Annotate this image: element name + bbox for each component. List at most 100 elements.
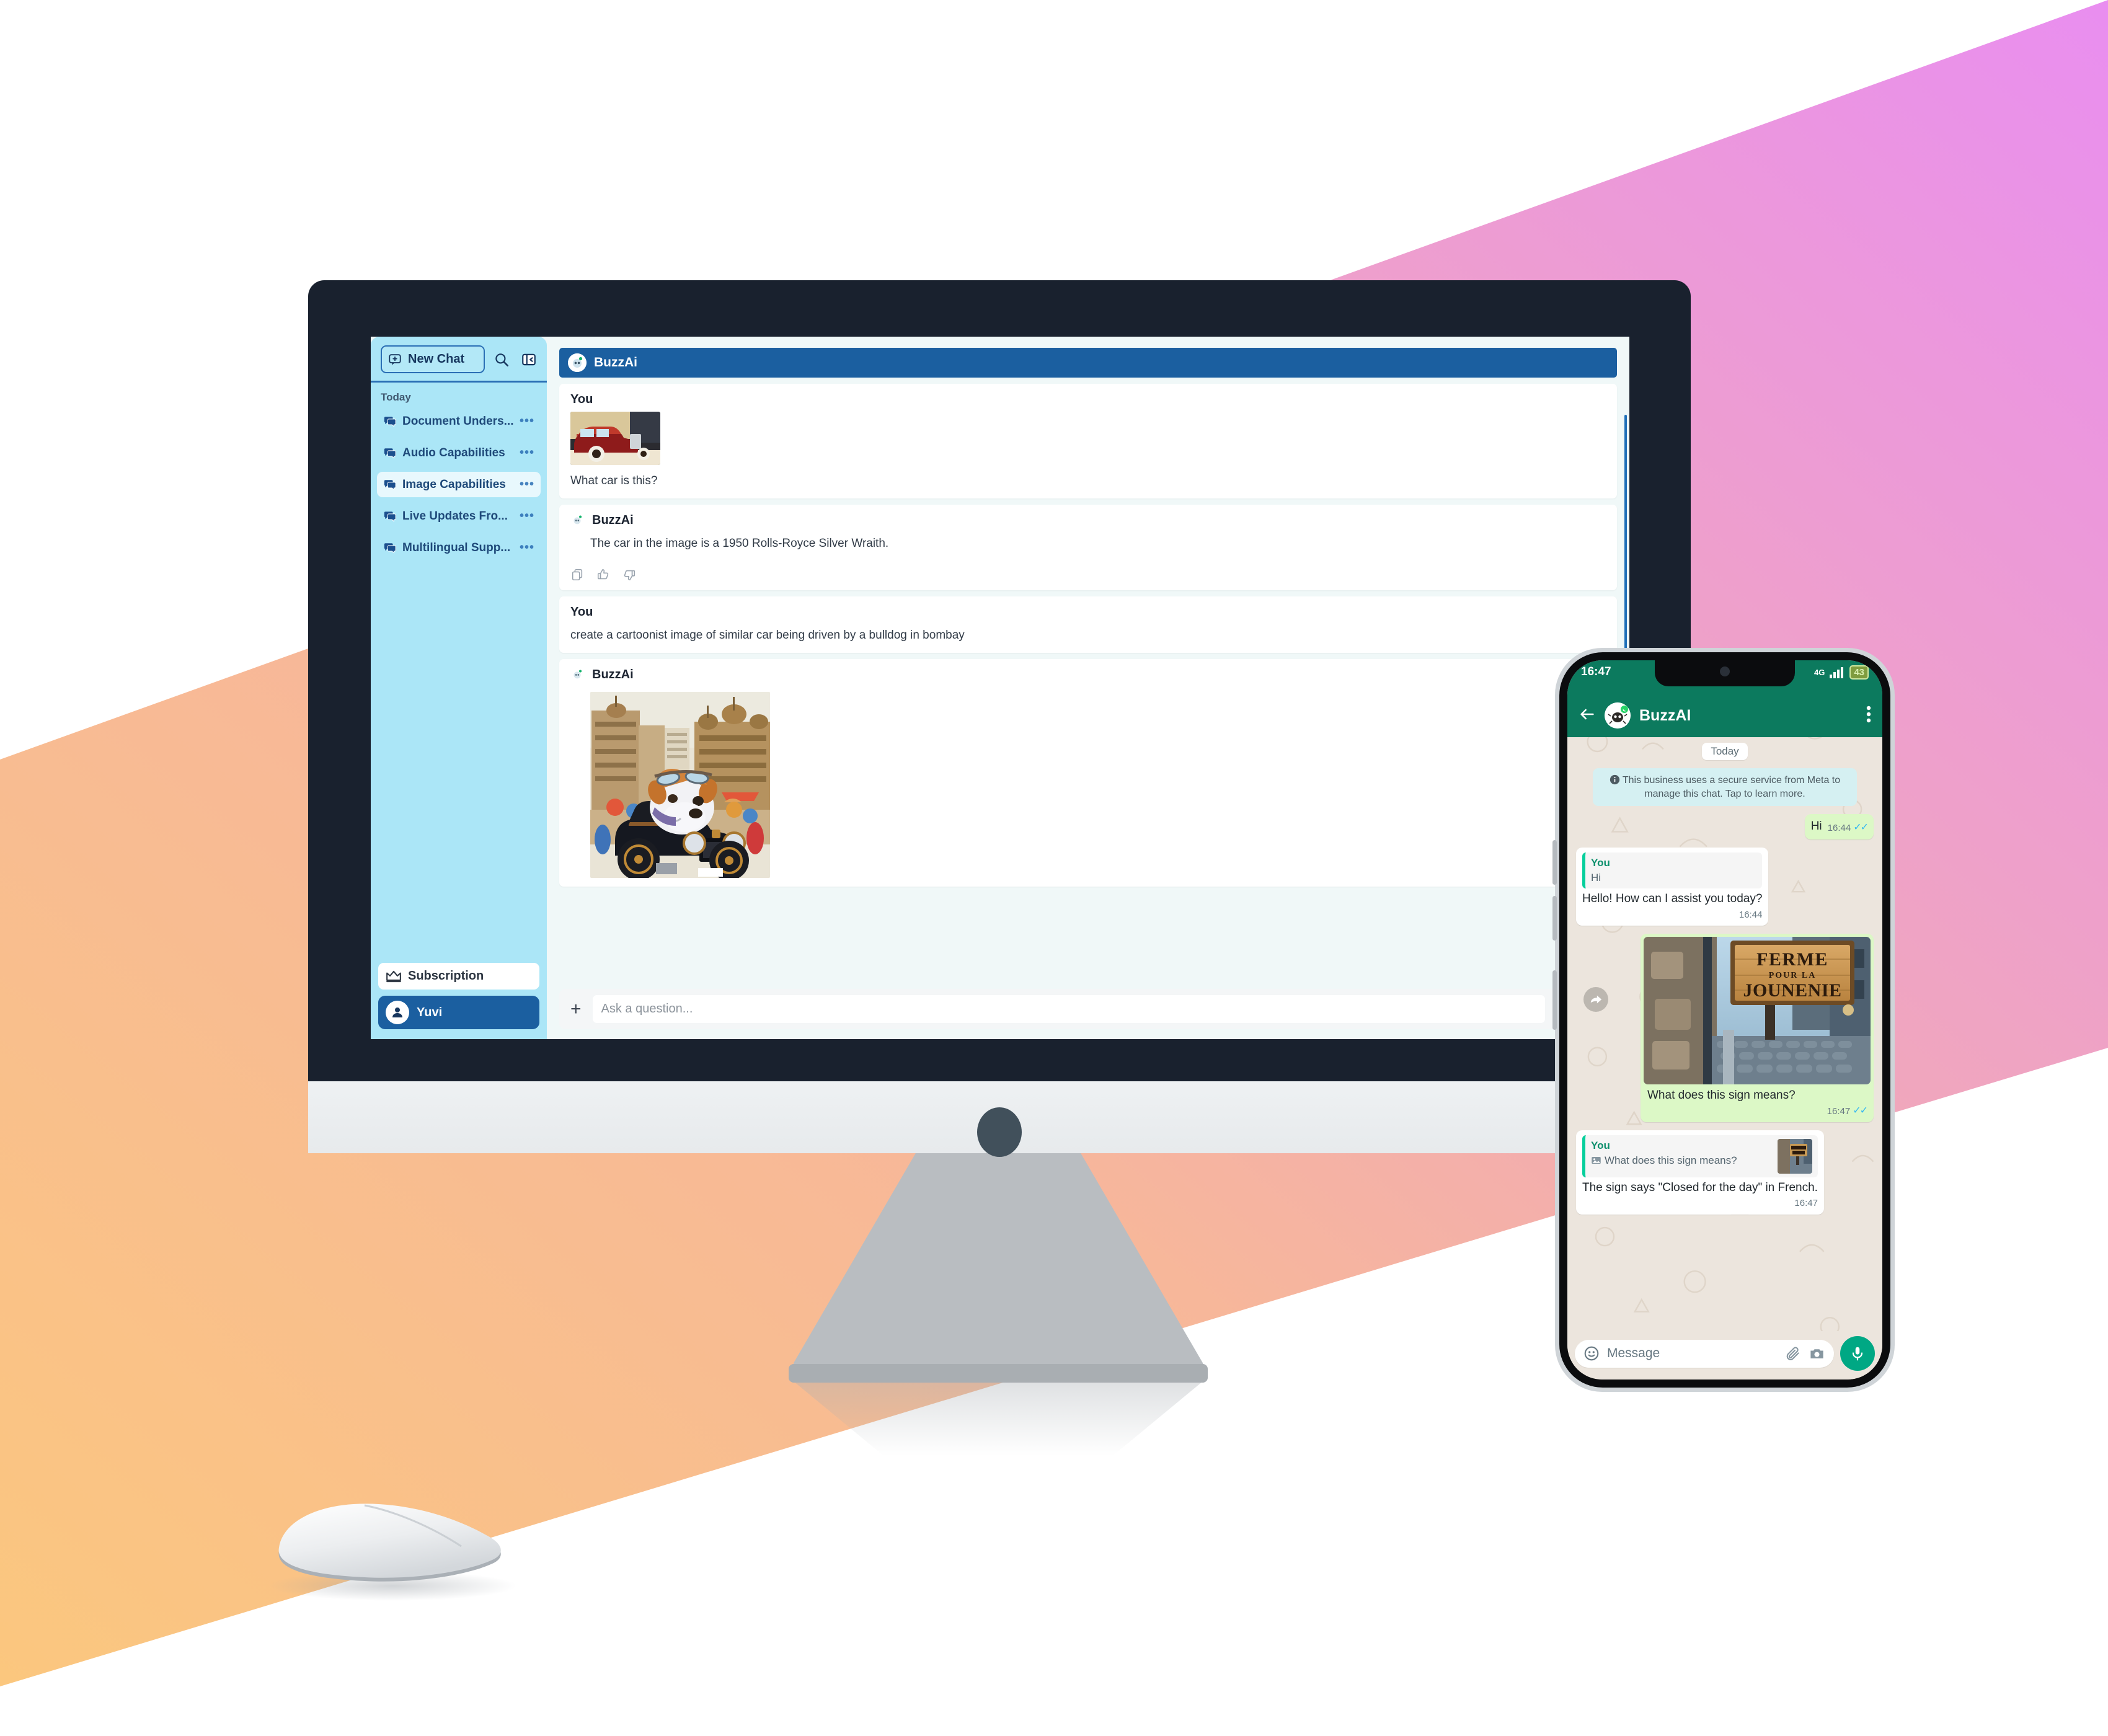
chat-bubbles-icon [384, 479, 396, 490]
new-chat-label: New Chat [408, 352, 465, 366]
attached-car-photo[interactable] [570, 412, 660, 465]
thumbs-up-icon[interactable] [596, 568, 610, 582]
new-chat-button[interactable]: New Chat [381, 345, 485, 373]
new-chat-icon [389, 353, 401, 365]
read-receipt-icon: ✓✓ [1853, 1105, 1868, 1116]
question-input[interactable]: Ask a question... [592, 995, 1545, 1023]
phone-screen: 16:47 4G 43 BuzzAI Today This business u… [1567, 660, 1882, 1380]
message-meta: 16:47 ✓✓ [1644, 1104, 1871, 1118]
message-author: BuzzAi [592, 513, 634, 527]
subscription-button[interactable]: Subscription [378, 963, 539, 990]
microphone-icon [1852, 1347, 1863, 1361]
chat-bubbles-icon [384, 416, 396, 427]
chat-item-menu-icon[interactable]: ••• [520, 446, 534, 460]
chat-bubbles-icon [384, 542, 396, 554]
forward-arrow-icon[interactable] [1583, 987, 1608, 1012]
quoted-text-row: What does this sign means? [1591, 1154, 1773, 1167]
whatsapp-chat-header: BuzzAI [1567, 694, 1882, 737]
message-time: 16:44 [1827, 822, 1851, 833]
chat-item-menu-icon[interactable]: ••• [520, 414, 534, 428]
chat-bubbles-icon [384, 448, 396, 459]
chat-item-menu-icon[interactable]: ••• [520, 477, 534, 492]
status-time: 16:47 [1581, 665, 1611, 678]
message-bubble-incoming: You What does this sign means? The sign … [1576, 1130, 1824, 1215]
message-bubble-outgoing: Hi 16:44 ✓✓ [1804, 814, 1874, 839]
phone-message-input[interactable]: Message [1607, 1346, 1778, 1361]
buzzai-avatar-icon[interactable] [1605, 702, 1631, 728]
info-icon [1610, 774, 1620, 785]
buzzai-small-icon [574, 515, 582, 525]
message-time: 16:47 [1827, 1105, 1851, 1117]
sidebar-chat-item[interactable]: Audio Capabilities ••• [377, 440, 541, 466]
back-arrow-icon[interactable] [1579, 706, 1596, 726]
message-assistant-image: BuzzAi [559, 658, 1617, 887]
read-receipt-icon: ✓✓ [1853, 822, 1869, 833]
network-type-label: 4G [1814, 668, 1825, 677]
chat-header-title: BuzzAi [594, 355, 637, 370]
street-sign-image[interactable]: FERME POUR LA JOUNENIE [1644, 937, 1871, 1085]
chat-bubbles-icon [384, 511, 396, 522]
chat-history-list: Document Unders... ••• Audio Capabilitie… [371, 409, 547, 560]
user-avatar-icon [386, 1001, 409, 1024]
message-author: You [570, 605, 593, 619]
emoji-smiley-icon[interactable] [1583, 1345, 1600, 1362]
message-bubble-outgoing-image: FERME POUR LA JOUNENIE What does this si… [1641, 934, 1874, 1122]
message-list: You What car is this? BuzzAi The car in … [547, 378, 1629, 983]
sidebar: New Chat Today Document Unders... ••• Au… [371, 337, 547, 1039]
phone-volume-down-button[interactable] [1552, 896, 1557, 941]
monitor-logo-dot [977, 1107, 1022, 1157]
sidebar-chat-item-active[interactable]: Image Capabilities ••• [377, 472, 541, 497]
composer: + Ask a question... [547, 983, 1629, 1039]
sidebar-chat-label: Multilingual Supp... [402, 541, 511, 554]
message-assistant-text: BuzzAi The car in the image is a 1950 Ro… [559, 504, 1617, 591]
camera-icon[interactable] [1809, 1345, 1825, 1362]
phone-message-input-container[interactable]: Message [1575, 1339, 1834, 1368]
sidebar-chat-item[interactable]: Document Unders... ••• [377, 409, 541, 434]
sidebar-chat-item[interactable]: Multilingual Supp... ••• [377, 535, 541, 560]
user-profile-button[interactable]: Yuvi [378, 996, 539, 1029]
search-icon[interactable] [491, 349, 512, 370]
buzzai-small-icon [574, 670, 582, 679]
panel-collapse-icon[interactable] [518, 349, 539, 370]
sidebar-footer: Subscription Yuvi [371, 955, 547, 1039]
computer-mouse [259, 1498, 520, 1603]
smartphone: 16:47 4G 43 BuzzAI Today This business u… [1552, 648, 1895, 1392]
sign-line-1: FERME [1756, 949, 1828, 970]
overflow-menu-icon[interactable] [1866, 705, 1871, 727]
buzzai-desktop-app: New Chat Today Document Unders... ••• Au… [371, 337, 1629, 1039]
system-notice-text: This business uses a secure service from… [1622, 775, 1841, 799]
message-meta: 16:44 ✓✓ [1827, 822, 1869, 835]
message-author-row: BuzzAi [570, 513, 1606, 528]
user-name-label: Yuvi [417, 1005, 443, 1019]
buzzai-avatar-icon [568, 353, 587, 372]
sidebar-chat-label: Audio Capabilities [402, 446, 505, 459]
phone-volume-up-button[interactable] [1552, 840, 1557, 885]
sidebar-group-label: Today [381, 391, 411, 403]
generated-bulldog-car-image[interactable] [590, 691, 770, 878]
message-user-image: You What car is this? [559, 384, 1617, 498]
quoted-message[interactable]: You What does this sign means? [1582, 1135, 1818, 1177]
photo-icon [1592, 1157, 1601, 1164]
message-actions [570, 568, 1606, 582]
plus-icon[interactable]: + [568, 999, 584, 1019]
phone-power-button[interactable] [1552, 970, 1557, 1030]
sidebar-toolbar: New Chat [371, 337, 547, 381]
chat-item-menu-icon[interactable]: ••• [520, 509, 534, 523]
message-time: 16:47 [1794, 1198, 1818, 1209]
thumbs-down-icon[interactable] [622, 568, 636, 582]
chat-item-menu-icon[interactable]: ••• [520, 541, 534, 555]
quoted-author: You [1591, 856, 1610, 869]
image-caption: What does this sign means? [1647, 1089, 1796, 1102]
message-text: create a cartoonist image of similar car… [570, 629, 965, 642]
paperclip-icon[interactable] [1785, 1345, 1801, 1362]
composer-bar: + Ask a question... [559, 989, 1617, 1029]
system-notice[interactable]: This business uses a secure service from… [1593, 768, 1857, 807]
phone-composer: Message [1567, 1331, 1882, 1380]
voice-record-button[interactable] [1840, 1336, 1875, 1371]
quoted-message[interactable]: You Hi [1582, 852, 1763, 889]
sidebar-chat-item[interactable]: Live Updates Fro... ••• [377, 503, 541, 529]
phone-chat-title: BuzzAI [1639, 706, 1691, 724]
sign-line-2: POUR LA [1769, 971, 1817, 980]
phone-notch [1655, 660, 1795, 686]
copy-icon[interactable] [570, 568, 584, 582]
